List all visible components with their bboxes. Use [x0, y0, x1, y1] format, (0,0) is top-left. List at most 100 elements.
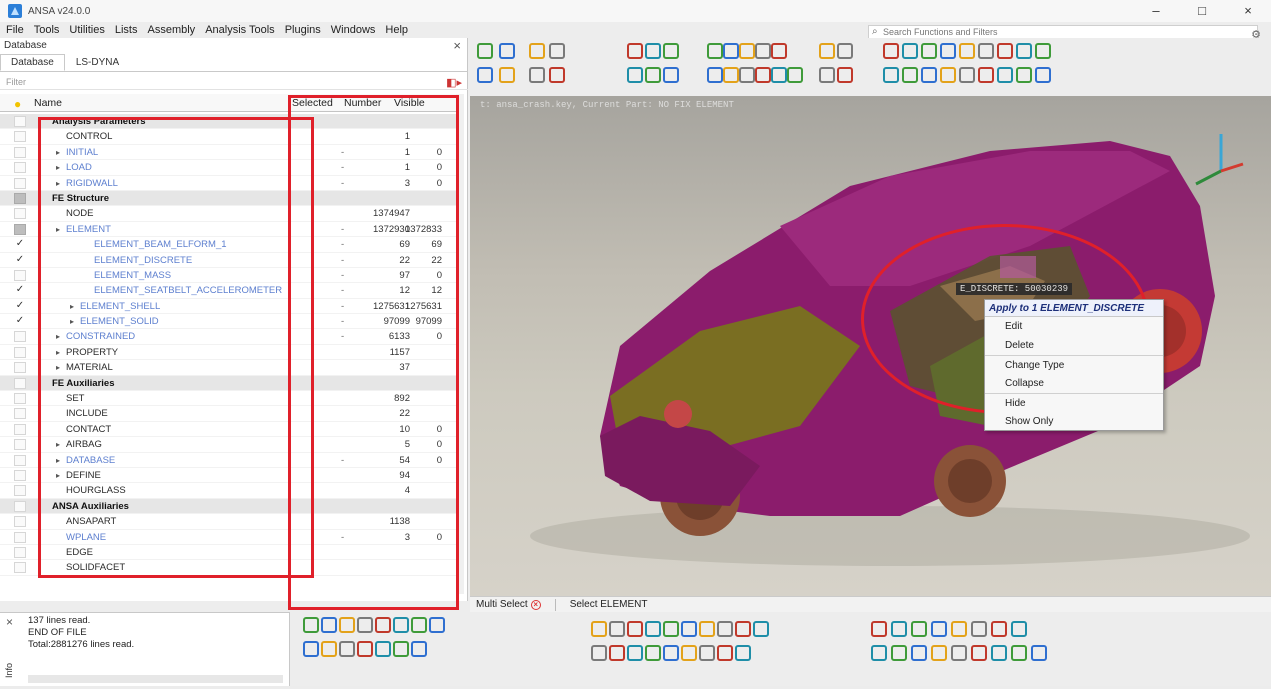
toolbar-button[interactable] — [871, 645, 887, 661]
multi-select-icon[interactable]: × — [530, 599, 541, 610]
row-checkbox[interactable] — [14, 146, 26, 158]
row-checkbox[interactable]: ✓ — [14, 300, 26, 312]
toolbar-button[interactable] — [429, 617, 445, 633]
toolbar-button[interactable] — [321, 641, 337, 657]
toolbar-button[interactable] — [645, 67, 661, 83]
menu-item-change-type[interactable]: Change Type — [985, 355, 1163, 374]
toolbar-button[interactable] — [991, 645, 1007, 661]
filter-input[interactable]: Filter — [6, 77, 26, 87]
toolbar-button[interactable] — [499, 67, 515, 83]
toolbar-button[interactable] — [645, 645, 661, 661]
row-checkbox[interactable] — [14, 131, 26, 143]
panel-close-icon[interactable]: × — [453, 38, 461, 53]
toolbar-button[interactable] — [921, 67, 937, 83]
menu-item-edit[interactable]: Edit — [985, 317, 1163, 336]
toolbar-button[interactable] — [339, 617, 355, 633]
toolbar-button[interactable] — [971, 645, 987, 661]
toolbar-button[interactable] — [591, 621, 607, 637]
menu-lists[interactable]: Lists — [115, 24, 138, 36]
toolbar-button[interactable] — [663, 621, 679, 637]
row-checkbox[interactable] — [14, 562, 26, 574]
toolbar-button[interactable] — [819, 43, 835, 59]
toolbar-button[interactable] — [902, 43, 918, 59]
toolbar-button[interactable] — [723, 67, 739, 83]
menu-item-delete[interactable]: Delete — [985, 336, 1163, 355]
toolbar-button[interactable] — [411, 617, 427, 633]
axis-triad-icon[interactable] — [1191, 126, 1251, 196]
toolbar-button[interactable] — [529, 43, 545, 59]
row-checkbox[interactable] — [14, 546, 26, 558]
row-checkbox[interactable]: ✓ — [14, 239, 26, 250]
toolbar-button[interactable] — [477, 43, 493, 59]
toolbar-button[interactable] — [1016, 43, 1032, 59]
bottom-toolbar-icons[interactable] — [292, 612, 1271, 686]
toolbar-button[interactable] — [735, 645, 751, 661]
toolbar-button[interactable] — [717, 645, 733, 661]
tab-database[interactable]: Database — [0, 54, 65, 71]
menu-help[interactable]: Help — [385, 24, 408, 36]
row-checkbox[interactable] — [14, 192, 26, 204]
toolbar-button[interactable] — [609, 645, 625, 661]
row-checkbox[interactable] — [14, 439, 26, 451]
toolbar-icons[interactable] — [470, 38, 1271, 96]
toolbar-button[interactable] — [959, 67, 975, 83]
row-checkbox[interactable] — [14, 485, 26, 497]
toolbar-button[interactable] — [663, 43, 679, 59]
toolbar-button[interactable] — [735, 621, 751, 637]
row-checkbox[interactable] — [14, 408, 26, 420]
filter-row[interactable]: Filter ◧▸ — [0, 74, 468, 90]
toolbar-button[interactable] — [921, 43, 937, 59]
toolbar-button[interactable] — [1016, 67, 1032, 83]
row-checkbox[interactable] — [14, 269, 26, 281]
toolbar-button[interactable] — [707, 67, 723, 83]
menu-windows[interactable]: Windows — [331, 24, 376, 36]
toolbar-button[interactable] — [549, 43, 565, 59]
toolbar-button[interactable] — [951, 621, 967, 637]
menu-assembly[interactable]: Assembly — [148, 24, 196, 36]
row-checkbox[interactable] — [14, 346, 26, 358]
toolbar-button[interactable] — [681, 645, 697, 661]
menu-file[interactable]: File — [6, 24, 24, 36]
toolbar-button[interactable] — [499, 43, 515, 59]
row-checkbox[interactable] — [14, 531, 26, 543]
menu-item-collapse[interactable]: Collapse — [985, 374, 1163, 393]
toolbar-button[interactable] — [978, 43, 994, 59]
row-checkbox[interactable] — [14, 469, 26, 481]
toolbar-button[interactable] — [787, 67, 803, 83]
toolbar-button[interactable] — [723, 43, 739, 59]
toolbar-button[interactable] — [699, 621, 715, 637]
row-checkbox[interactable] — [14, 454, 26, 466]
toolbar-button[interactable] — [739, 67, 755, 83]
toolbar-button[interactable] — [837, 67, 853, 83]
toolbar-button[interactable] — [771, 43, 787, 59]
toolbar-button[interactable] — [717, 621, 733, 637]
close-button[interactable]: × — [1225, 0, 1271, 22]
toolbar-button[interactable] — [339, 641, 355, 657]
toolbar-button[interactable] — [883, 43, 899, 59]
toolbar-button[interactable] — [997, 67, 1013, 83]
toolbar-button[interactable] — [627, 67, 643, 83]
row-checkbox[interactable] — [14, 500, 26, 512]
row-checkbox[interactable] — [14, 162, 26, 174]
menu-item-hide[interactable]: Hide — [985, 393, 1163, 412]
toolbar-button[interactable] — [871, 621, 887, 637]
toolbar-button[interactable] — [1011, 621, 1027, 637]
toolbar-button[interactable] — [303, 617, 319, 633]
toolbar-button[interactable] — [755, 43, 771, 59]
menu-analysis-tools[interactable]: Analysis Tools — [205, 24, 275, 36]
row-checkbox[interactable]: ✓ — [14, 254, 26, 266]
toolbar-button[interactable] — [755, 67, 771, 83]
row-checkbox[interactable] — [14, 393, 26, 405]
row-checkbox[interactable] — [14, 362, 26, 374]
toolbar-button[interactable] — [837, 43, 853, 59]
menu-tools[interactable]: Tools — [34, 24, 60, 36]
toolbar-button[interactable] — [663, 645, 679, 661]
info-tab[interactable]: Info — [4, 663, 14, 678]
row-checkbox[interactable] — [14, 331, 26, 343]
toolbar-button[interactable] — [891, 621, 907, 637]
toolbar-button[interactable] — [1011, 645, 1027, 661]
toolbar-button[interactable] — [627, 43, 643, 59]
toolbar-button[interactable] — [357, 617, 373, 633]
toolbar-button[interactable] — [940, 67, 956, 83]
toolbar-button[interactable] — [321, 617, 337, 633]
